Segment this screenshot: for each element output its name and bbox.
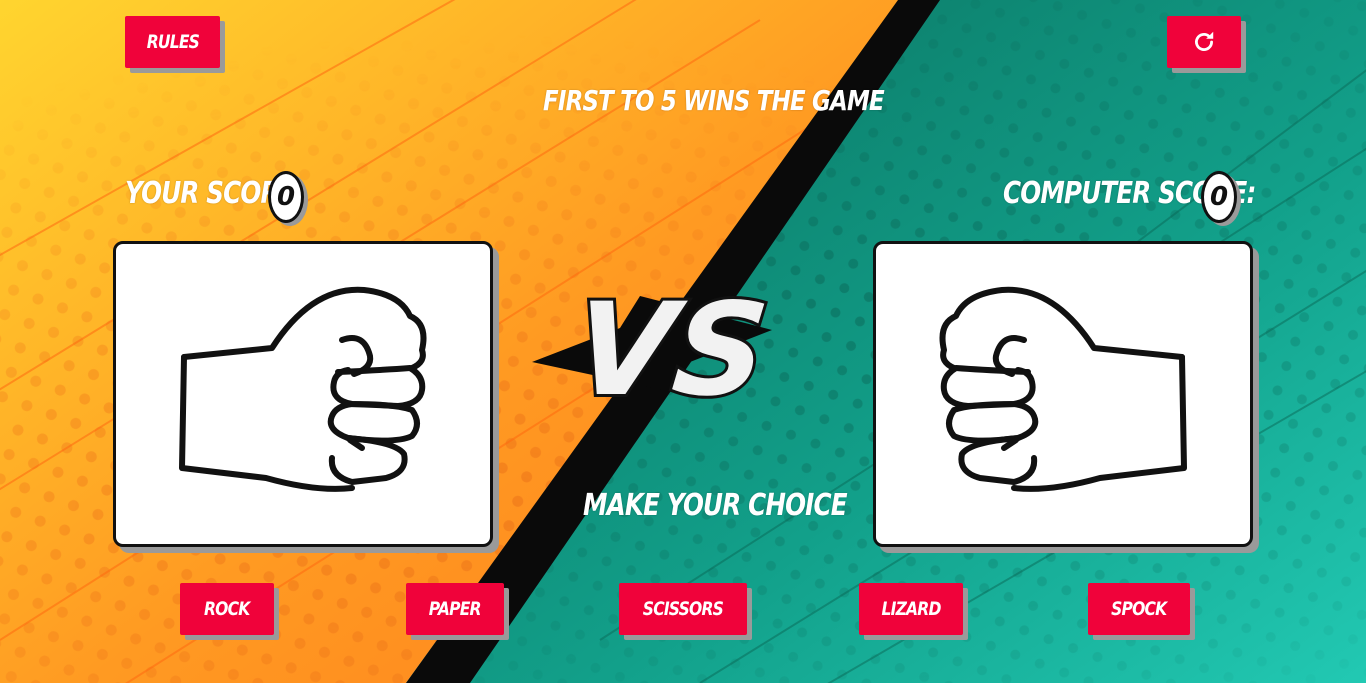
lizard-button-label: Lizard [881,598,941,620]
rock-button-label: Rock [204,598,250,620]
spock-button-label: Spock [1111,598,1167,620]
computer-score-value: 0 [1209,182,1229,212]
rock-button[interactable]: Rock [180,583,274,635]
versus-emblem: VS [582,273,777,428]
game-subtitle: First to 5 wins the game [543,84,885,117]
player-choice-card [113,241,493,547]
rules-button-label: Rules [146,31,199,53]
scissors-button-label: Scissors [642,598,724,620]
computer-score-badge: 0 [1201,171,1237,223]
scissors-button[interactable]: Scissors [619,583,747,635]
spock-button[interactable]: Spock [1088,583,1190,635]
choice-prompt: Make your choice [583,488,848,523]
restart-button[interactable] [1167,16,1241,68]
versus-text: VS [582,276,774,425]
player-score-badge: 0 [268,171,304,223]
fist-icon [179,286,427,492]
paper-button[interactable]: Paper [406,583,504,635]
restart-icon [1195,31,1214,51]
fist-icon [939,286,1187,492]
computer-choice-card [873,241,1253,547]
lizard-button[interactable]: Lizard [859,583,963,635]
rules-button[interactable]: Rules [125,16,220,68]
player-score-value: 0 [276,182,296,212]
paper-button-label: Paper [428,598,482,620]
